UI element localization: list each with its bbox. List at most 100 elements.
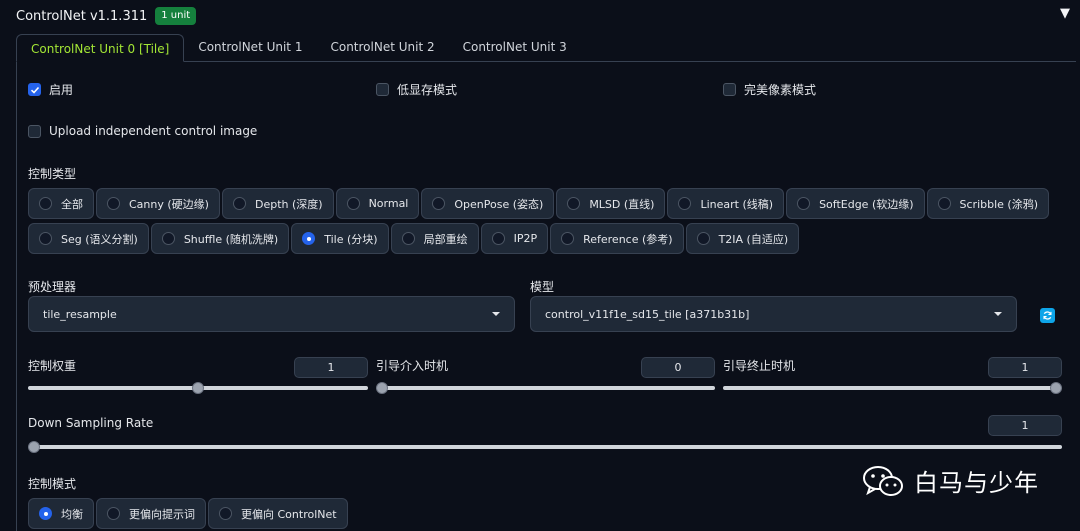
enable-checkbox[interactable]: 启用	[28, 81, 73, 98]
down-sampling-label: Down Sampling Rate	[28, 416, 154, 430]
control-type-option[interactable]: SoftEdge (软边缘)	[786, 188, 925, 219]
control-type-option[interactable]: Seg (语义分割)	[28, 223, 149, 254]
checkbox-icon	[376, 83, 389, 96]
control-type-option[interactable]: Scribble (涂鸦)	[926, 188, 1050, 219]
control-type-option-label: T2IA (自适应)	[718, 232, 789, 246]
guidance-end-input[interactable]: 1	[988, 357, 1062, 378]
radio-icon	[567, 197, 581, 210]
control-type-option-label: IP2P	[513, 232, 538, 245]
control-type-option[interactable]: 全部	[28, 188, 94, 219]
control-mode-option[interactable]: 均衡	[28, 498, 94, 529]
control-mode-option-label: 更偏向提示词	[129, 507, 195, 521]
control-mode-option-label: 均衡	[61, 507, 83, 521]
checkbox-icon	[28, 124, 41, 138]
control-weight-label: 控制权重	[28, 359, 77, 373]
unit-tabs: ControlNet Unit 0 [Tile] ControlNet Unit…	[16, 33, 581, 62]
slider-thumb[interactable]	[28, 441, 40, 453]
chevron-down-icon	[994, 312, 1002, 316]
control-type-option-label: SoftEdge (软边缘)	[819, 197, 914, 211]
control-type-option[interactable]: 局部重绘	[390, 223, 479, 254]
control-type-option[interactable]: Canny (硬边缘)	[96, 188, 220, 219]
control-type-option[interactable]: IP2P	[480, 223, 549, 254]
radio-icon	[161, 232, 175, 245]
chevron-down-icon	[492, 312, 500, 316]
slider-thumb[interactable]	[1050, 382, 1062, 394]
model-value: control_v11f1e_sd15_tile [a371b31b]	[545, 307, 750, 321]
tab-unit-3[interactable]: ControlNet Unit 3	[449, 33, 581, 61]
tab-unit-1[interactable]: ControlNet Unit 1	[184, 33, 316, 61]
radio-selected-icon	[302, 232, 316, 245]
enable-label: 启用	[49, 83, 74, 97]
control-type-option[interactable]: Depth (深度)	[221, 188, 334, 219]
refresh-models-button[interactable]	[1040, 308, 1055, 323]
preprocessor-label: 预处理器	[28, 280, 77, 294]
down-sampling-slider[interactable]	[28, 441, 1062, 453]
control-type-label: 控制类型	[28, 167, 77, 181]
control-type-option[interactable]: Shuffle (随机洗牌)	[150, 223, 290, 254]
pixel-perfect-label: 完美像素模式	[744, 83, 817, 97]
guidance-end-slider[interactable]	[723, 382, 1062, 394]
control-mode-option[interactable]: 更偏向提示词	[96, 498, 206, 529]
control-type-option-label: 局部重绘	[423, 232, 468, 246]
down-sampling-input[interactable]: 1	[988, 415, 1062, 436]
collapse-icon[interactable]: ▼	[1060, 6, 1070, 21]
preprocessor-value: tile_resample	[43, 307, 117, 321]
radio-icon	[39, 232, 52, 245]
control-type-option-label: MLSD (直线)	[589, 197, 655, 211]
tab-unit-0[interactable]: ControlNet Unit 0 [Tile]	[16, 34, 185, 62]
low-vram-label: 低显存模式	[397, 83, 458, 97]
control-type-option-label: Shuffle (随机洗牌)	[183, 232, 279, 246]
radio-icon	[797, 197, 811, 210]
control-type-option-label: Tile (分块)	[324, 232, 378, 246]
radio-icon	[401, 232, 415, 245]
control-type-option-label: Depth (深度)	[254, 197, 323, 211]
unit-count-badge: 1 unit	[155, 7, 197, 25]
control-type-option-label: 全部	[61, 197, 83, 211]
radio-icon	[39, 197, 52, 210]
slider-thumb[interactable]	[192, 382, 204, 394]
checkbox-icon	[723, 83, 736, 96]
watermark: 白马与少年	[862, 463, 1039, 498]
control-mode-option-label: 更偏向 ControlNet	[241, 507, 337, 521]
control-mode-option[interactable]: 更偏向 ControlNet	[208, 498, 348, 529]
control-mode-row: 均衡 更偏向提示词 更偏向 ControlNet	[28, 498, 348, 529]
watermark-text: 白马与少年	[914, 469, 1039, 497]
radio-selected-icon	[39, 507, 52, 520]
control-weight-slider[interactable]	[28, 382, 368, 394]
slider-thumb[interactable]	[376, 382, 388, 394]
checkbox-checked-icon	[28, 83, 41, 96]
pixel-perfect-checkbox[interactable]: 完美像素模式	[723, 81, 816, 98]
radio-icon	[232, 197, 246, 210]
preprocessor-dropdown[interactable]: tile_resample	[28, 296, 515, 332]
model-label: 模型	[530, 280, 555, 294]
radio-icon	[346, 197, 360, 210]
upload-independent-checkbox[interactable]: Upload independent control image	[28, 124, 257, 138]
controlnet-header[interactable]: ControlNet v1.1.311 1 unit	[16, 6, 197, 26]
guidance-start-label: 引导介入时机	[376, 359, 449, 373]
guidance-start-slider[interactable]	[376, 382, 715, 394]
refresh-icon	[1043, 311, 1052, 320]
control-type-option[interactable]: Tile (分块)	[291, 223, 389, 254]
control-type-option[interactable]: T2IA (自适应)	[685, 223, 800, 254]
low-vram-checkbox[interactable]: 低显存模式	[376, 81, 457, 98]
control-type-option[interactable]: Normal	[335, 188, 420, 219]
guidance-start-input[interactable]: 0	[641, 357, 715, 378]
control-weight-input[interactable]: 1	[294, 357, 368, 378]
slider-track	[28, 445, 1062, 449]
control-type-option-label: Seg (语义分割)	[61, 232, 138, 246]
slider-track	[723, 386, 1062, 390]
control-type-option[interactable]: MLSD (直线)	[556, 188, 666, 219]
wechat-icon	[863, 465, 903, 496]
control-type-option[interactable]: Reference (参考)	[550, 223, 684, 254]
radio-icon	[107, 507, 120, 520]
control-type-option[interactable]: OpenPose (姿态)	[421, 188, 555, 219]
radio-icon	[432, 197, 446, 210]
control-type-row-1: 全部 Canny (硬边缘) Depth (深度) Normal OpenPose (姿…	[28, 188, 1050, 219]
guidance-end-label: 引导终止时机	[723, 359, 796, 373]
slider-track	[376, 386, 715, 390]
radio-icon	[219, 507, 232, 520]
control-type-option[interactable]: Lineart (线稿)	[667, 188, 785, 219]
tab-unit-2[interactable]: ControlNet Unit 2	[316, 33, 448, 61]
control-type-option-label: Lineart (线稿)	[700, 197, 774, 211]
model-dropdown[interactable]: control_v11f1e_sd15_tile [a371b31b]	[530, 296, 1017, 332]
